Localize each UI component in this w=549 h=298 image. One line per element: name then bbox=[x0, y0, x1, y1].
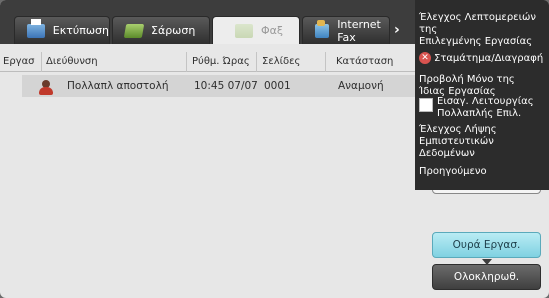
printer-icon bbox=[27, 18, 45, 38]
row-address: Πολλαπλ αποστολή bbox=[67, 80, 169, 92]
col-pages: Σελίδες bbox=[262, 56, 301, 67]
menu-confidential-receive[interactable]: Έλεγχος Λήψης Εμπιστευτικών Δεδομένων bbox=[419, 124, 547, 160]
menu-multi-select-line2: Πολλαπλής Επιλ. bbox=[437, 108, 522, 119]
menu-check-details[interactable]: Έλεγχος Λεπτομερειών της Επιλεγμένης Εργ… bbox=[419, 12, 547, 48]
col-status: Κατάσταση bbox=[336, 56, 394, 67]
col-time: Ρύθμ. Ώρας bbox=[192, 56, 250, 67]
chevron-right-icon[interactable]: › bbox=[394, 22, 400, 38]
tab-scan-label: Σάρωση bbox=[151, 24, 196, 37]
row-pages: 0001 bbox=[264, 80, 291, 92]
menu-stop-delete-label: Σταμάτημα/Διαγραφή bbox=[434, 53, 544, 64]
tab-internet-fax[interactable]: Internet Fax bbox=[302, 16, 390, 44]
action-menu: Έλεγχος Λεπτομερειών της Επιλεγμένης Εργ… bbox=[415, 0, 549, 190]
table-row[interactable]: Πολλαπλ αποστολή 10:45 07/07 0001 Αναμον… bbox=[22, 75, 430, 97]
job-queue-label: Ουρά Εργασ. bbox=[452, 239, 521, 251]
tab-print[interactable]: Εκτύπωση bbox=[14, 16, 110, 44]
col-job: Εργασ bbox=[3, 56, 35, 67]
tab-print-label: Εκτύπωση bbox=[52, 24, 109, 37]
menu-check-details-line1: Έλεγχος Λεπτομερειών της bbox=[419, 12, 536, 35]
job-queue-button[interactable]: Ουρά Εργασ. bbox=[432, 232, 541, 258]
multi-send-icon bbox=[38, 80, 54, 96]
menu-previous-label: Προηγούμενο bbox=[419, 166, 487, 177]
menu-view-same-jobs-line1: Προβολή Μόνο της bbox=[419, 74, 515, 85]
completed-label: Ολοκληρωθ. bbox=[453, 271, 520, 283]
menu-confidential-receive-line2: Εμπιστευτικών Δεδομένων bbox=[419, 136, 494, 159]
tab-fax-label: Φαξ bbox=[261, 24, 284, 37]
menu-multi-select-line1: Εισαγ. Λειτουργίας bbox=[437, 96, 534, 107]
tab-internet-fax-label: Internet Fax bbox=[337, 17, 381, 44]
stop-icon: ✕ bbox=[419, 52, 431, 64]
internet-fax-icon bbox=[315, 19, 330, 38]
menu-multi-select[interactable]: Εισαγ. Λειτουργίας Πολλαπλής Επιλ. bbox=[437, 96, 547, 120]
job-table: Εργασ Διεύθυνση Ρύθμ. Ώρας Σελίδες Κατάσ… bbox=[0, 52, 430, 97]
table-header: Εργασ Διεύθυνση Ρύθμ. Ώρας Σελίδες Κατάσ… bbox=[0, 52, 430, 72]
row-time: 10:45 07/07 bbox=[194, 80, 258, 92]
menu-confidential-receive-line1: Έλεγχος Λήψης bbox=[419, 124, 497, 135]
fax-icon bbox=[235, 23, 253, 38]
col-address: Διεύθυνση bbox=[46, 56, 98, 67]
tab-fax[interactable]: Φαξ bbox=[212, 16, 300, 44]
menu-view-same-jobs[interactable]: Προβολή Μόνο της Ίδιας Εργασίας bbox=[419, 74, 547, 98]
completed-button[interactable]: Ολοκληρωθ. bbox=[432, 259, 541, 290]
row-status: Αναμονή bbox=[338, 80, 384, 92]
menu-stop-delete[interactable]: ✕ Σταμάτημα/Διαγραφή bbox=[419, 52, 547, 65]
menu-check-details-line2: Επιλεγμένης Εργασίας bbox=[419, 36, 533, 47]
tab-scan[interactable]: Σάρωση bbox=[112, 16, 210, 44]
multi-select-checkbox[interactable] bbox=[419, 98, 433, 112]
scanner-icon bbox=[123, 23, 145, 38]
menu-previous[interactable]: Προηγούμενο bbox=[419, 166, 547, 178]
job-status-screen: Εκτύπωση Σάρωση Φαξ Internet Fax › Εργασ… bbox=[0, 0, 549, 298]
